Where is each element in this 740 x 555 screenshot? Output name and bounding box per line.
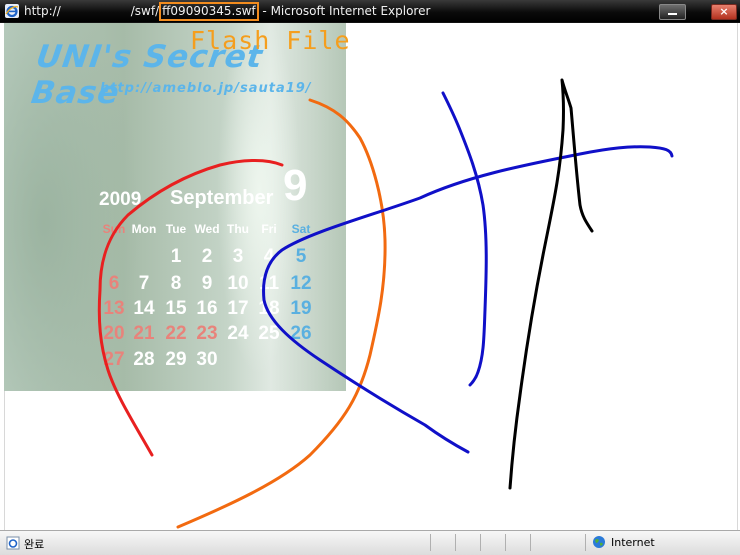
blue-stroke-vertical (441, 91, 488, 387)
status-divider (530, 534, 531, 551)
freehand-drawing-overlay (97, 78, 674, 529)
blue-stroke-curve (262, 145, 674, 454)
status-divider (585, 534, 586, 551)
page-done-icon (6, 536, 20, 550)
red-stroke (97, 158, 284, 457)
security-zone-label: Internet (611, 536, 655, 549)
status-divider (505, 534, 506, 551)
status-divider (430, 534, 431, 551)
black-stroke (508, 78, 594, 490)
status-bar: 완료 Internet (0, 530, 740, 555)
status-divider (480, 534, 481, 551)
status-divider (455, 534, 456, 551)
globe-icon (593, 536, 605, 548)
status-text: 완료 (24, 538, 45, 551)
